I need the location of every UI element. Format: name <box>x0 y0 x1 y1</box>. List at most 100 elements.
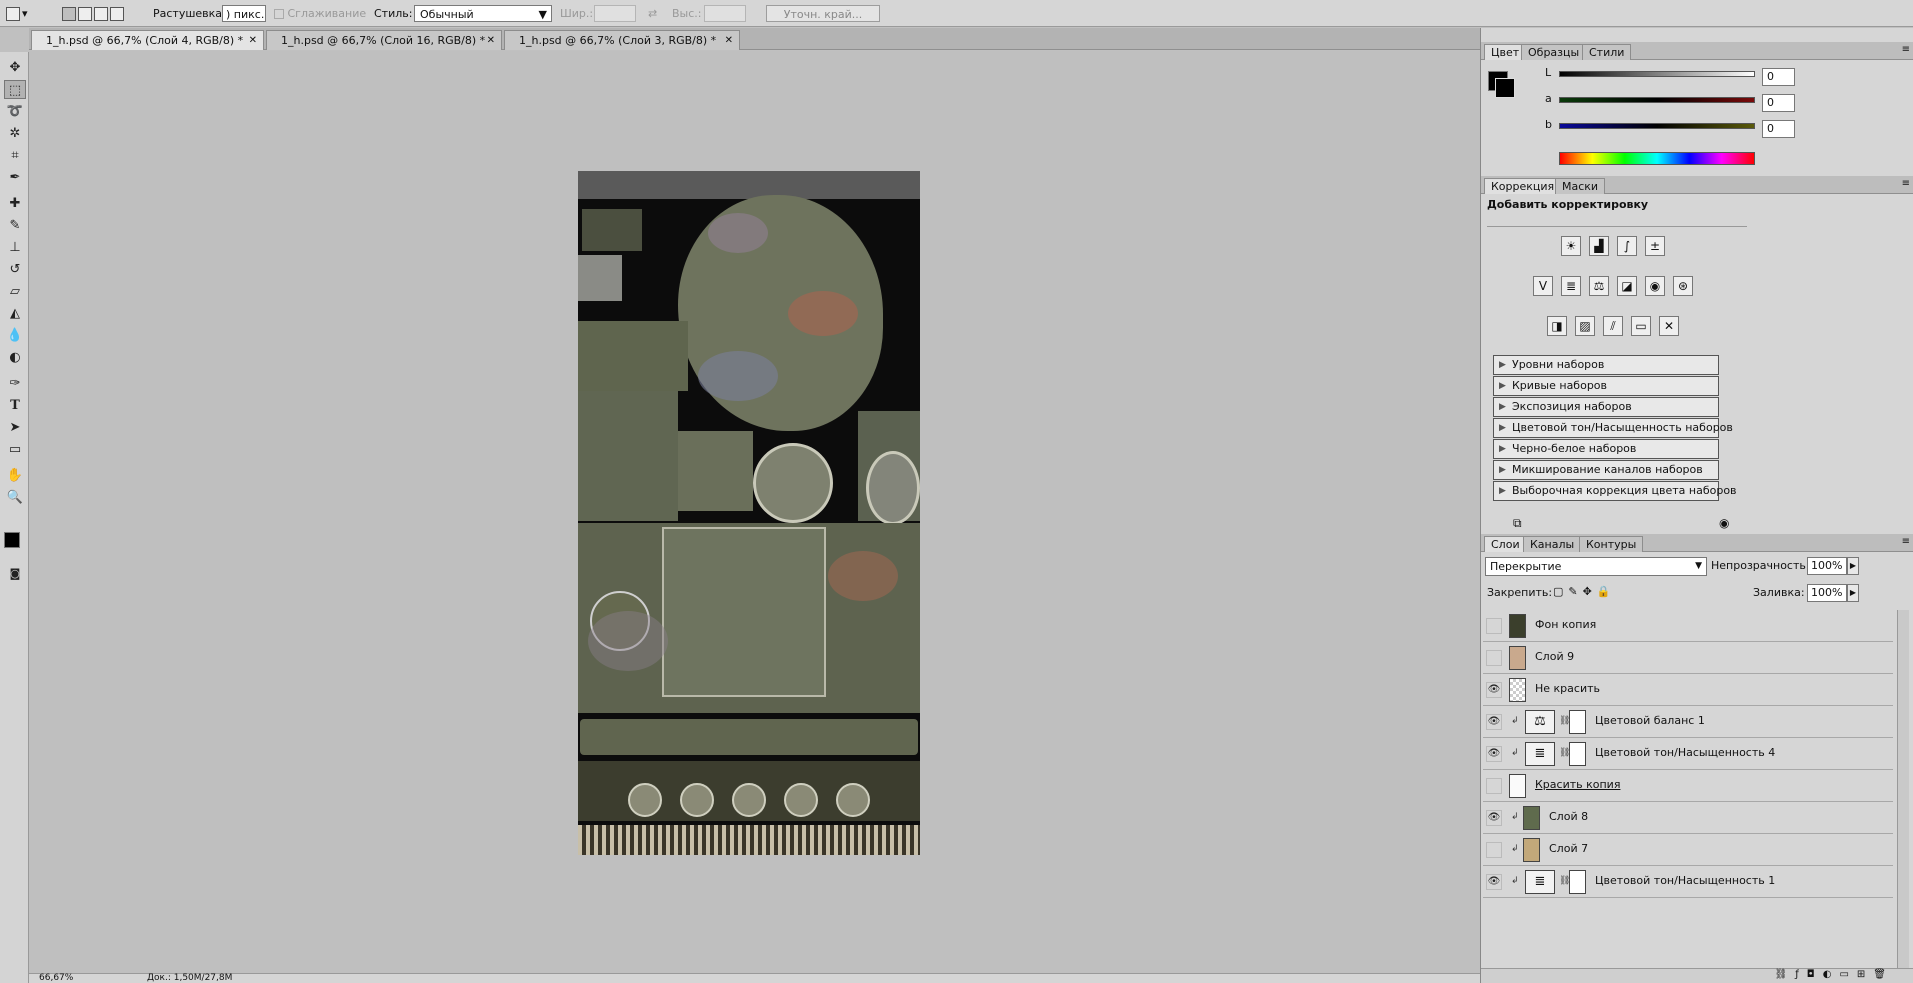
close-icon[interactable]: ✕ <box>725 31 733 50</box>
preset-curves[interactable]: ▶ Кривые наборов <box>1493 376 1719 396</box>
tab-masks[interactable]: Маски <box>1555 178 1606 194</box>
layer-row[interactable]: Фон копия <box>1483 610 1893 642</box>
layer-row[interactable]: Слой 9 <box>1483 642 1893 674</box>
doc-tab-2[interactable]: 1_h.psd @ 66,7% (Слой 16, RGB/8) * ✕ <box>266 30 502 50</box>
lock-position-icon[interactable]: ✥ <box>1583 585 1597 598</box>
move-tool-icon[interactable]: ✥ <box>4 58 26 77</box>
antialias-checkbox[interactable]: Сглаживание <box>274 5 366 22</box>
bg-color-swatch[interactable] <box>1495 78 1515 98</box>
preset-hue-saturation[interactable]: ▶ Цветовой тон/Насыщенность наборов <box>1493 418 1733 438</box>
healing-brush-tool-icon[interactable]: ✚ <box>4 194 26 213</box>
close-icon[interactable]: ✕ <box>487 31 495 50</box>
width-input[interactable] <box>594 5 636 22</box>
preset-channel-mixer[interactable]: ▶ Микширование каналов наборов <box>1493 460 1719 480</box>
color-ramp[interactable] <box>1559 152 1755 165</box>
preset-selective-color[interactable]: ▶ Выборочная коррекция цвета наборов <box>1493 481 1737 501</box>
layer-row[interactable]: 👁 Не красить <box>1483 674 1893 706</box>
layers-scrollbar[interactable] <box>1897 610 1909 983</box>
eye-icon[interactable]: 👁 <box>1486 874 1502 890</box>
channel-mixer-icon[interactable]: ⊛ <box>1673 276 1693 296</box>
add-mask-icon[interactable]: ◘ <box>1807 969 1823 980</box>
posterize-icon[interactable]: ▨ <box>1575 316 1595 336</box>
new-adjustment-icon[interactable]: ◐ <box>1823 969 1840 980</box>
L-input[interactable]: 0 <box>1762 68 1795 86</box>
b-slider[interactable] <box>1559 123 1755 129</box>
threshold-icon[interactable]: ⫽ <box>1603 316 1623 336</box>
blend-mode-select[interactable]: Перекрытие ▼ <box>1485 557 1707 576</box>
gradient-map-icon[interactable]: ▭ <box>1631 316 1651 336</box>
lock-pixels-icon[interactable]: ✎ <box>1568 585 1582 598</box>
doc-tab-3[interactable]: 1_h.psd @ 66,7% (Слой 3, RGB/8) * ✕ <box>504 30 740 50</box>
new-group-icon[interactable]: ▭ <box>1839 969 1856 980</box>
foreground-color-swatch[interactable] <box>4 532 20 548</box>
type-tool-icon[interactable]: T <box>4 396 26 415</box>
visibility-toggle[interactable] <box>1486 842 1502 858</box>
lock-icons[interactable]: ▢✎✥🔒 <box>1553 585 1616 598</box>
brush-tool-icon[interactable]: ✎ <box>4 216 26 235</box>
layer-row[interactable]: ↲ Слой 7 <box>1483 834 1893 866</box>
invert-icon[interactable]: ◨ <box>1547 316 1567 336</box>
visibility-toggle[interactable] <box>1486 778 1502 794</box>
paint-bucket-tool-icon[interactable]: ◭ <box>4 304 26 323</box>
new-selection-icon[interactable] <box>62 7 76 21</box>
layer-row[interactable]: 👁 ↲ ⚖ ⛓ Цветовой баланс 1 <box>1483 706 1893 738</box>
link-layers-icon[interactable]: ⛓ <box>1775 969 1796 980</box>
tab-channels[interactable]: Каналы <box>1523 536 1582 552</box>
lock-transparent-icon[interactable]: ▢ <box>1553 585 1568 598</box>
a-input[interactable]: 0 <box>1762 94 1795 112</box>
delete-layer-icon[interactable]: 🗑 <box>1873 969 1894 980</box>
opacity-input[interactable]: 100% <box>1807 557 1847 575</box>
marquee-preset-picker[interactable]: ▾ <box>6 5 28 22</box>
doc-tab-1[interactable]: 1_h.psd @ 66,7% (Слой 4, RGB/8) * ✕ <box>31 30 264 50</box>
tab-layers[interactable]: Слои <box>1484 536 1527 552</box>
hue-saturation-icon[interactable]: ≣ <box>1561 276 1581 296</box>
fx-icon[interactable]: ƒ <box>1795 969 1807 980</box>
crop-tool-icon[interactable]: ⌗ <box>4 146 26 165</box>
eye-icon[interactable]: 👁 <box>1486 810 1502 826</box>
subtract-selection-icon[interactable] <box>94 7 108 21</box>
clip-to-layer-icon[interactable]: ⧉ <box>1513 516 1522 531</box>
layer-row[interactable]: 👁 ↲ Слой 8 <box>1483 802 1893 834</box>
lasso-tool-icon[interactable]: ➰ <box>4 102 26 121</box>
b-input[interactable]: 0 <box>1762 120 1795 138</box>
tab-styles[interactable]: Стили <box>1582 44 1632 60</box>
levels-icon[interactable]: ▟ <box>1589 236 1609 256</box>
photo-filter-icon[interactable]: ◉ <box>1645 276 1665 296</box>
preset-exposure[interactable]: ▶ Экспозиция наборов <box>1493 397 1719 417</box>
clone-stamp-tool-icon[interactable]: ⊥ <box>4 238 26 257</box>
panel-menu-icon[interactable]: ≡ <box>1902 536 1910 547</box>
document-canvas[interactable] <box>578 171 920 855</box>
layer-row[interactable]: 👁 ↲ ≣ ⛓ Цветовой тон/Насыщенность 1 <box>1483 866 1893 898</box>
tab-swatches[interactable]: Образцы <box>1521 44 1587 60</box>
tab-paths[interactable]: Контуры <box>1579 536 1644 552</box>
blur-tool-icon[interactable]: 💧 <box>4 326 26 345</box>
shape-tool-icon[interactable]: ▭ <box>4 440 26 459</box>
pen-tool-icon[interactable]: ✑ <box>4 374 26 393</box>
path-selection-tool-icon[interactable]: ➤ <box>4 418 26 437</box>
opacity-arrow-icon[interactable]: ▶ <box>1847 557 1859 575</box>
fill-input[interactable]: 100% <box>1807 584 1847 602</box>
rect-marquee-tool-icon[interactable]: ⬚ <box>4 80 26 99</box>
eraser-tool-icon[interactable]: ▱ <box>4 282 26 301</box>
lock-all-icon[interactable]: 🔒 <box>1597 585 1616 598</box>
tab-adjustments[interactable]: Коррекция <box>1484 178 1562 194</box>
new-layer-icon[interactable]: ⊞ <box>1857 969 1873 980</box>
layer-row[interactable]: Красить копия <box>1483 770 1893 802</box>
quick-mask-icon[interactable]: ◙ <box>4 564 26 583</box>
layer-row[interactable]: 👁 ↲ ≣ ⛓ Цветовой тон/Насыщенность 4 <box>1483 738 1893 770</box>
eye-icon[interactable]: 👁 <box>1486 746 1502 762</box>
visibility-toggle[interactable] <box>1486 618 1502 634</box>
magic-wand-tool-icon[interactable]: ✲ <box>4 124 26 143</box>
doc-size-readout[interactable]: Док.: 1,50M/27,8M <box>147 974 232 983</box>
panel-menu-icon[interactable]: ≡ <box>1902 44 1910 55</box>
panel-menu-icon[interactable]: ≡ <box>1902 178 1910 189</box>
fill-arrow-icon[interactable]: ▶ <box>1847 584 1859 602</box>
a-slider[interactable] <box>1559 97 1755 103</box>
view-toggle-icon[interactable]: ◉ <box>1719 516 1729 530</box>
exposure-icon[interactable]: ± <box>1645 236 1665 256</box>
intersect-selection-icon[interactable] <box>110 7 124 21</box>
color-balance-icon[interactable]: ⚖ <box>1589 276 1609 296</box>
eyedropper-tool-icon[interactable]: ✒ <box>4 168 26 187</box>
eye-icon[interactable]: 👁 <box>1486 682 1502 698</box>
zoom-readout[interactable]: 66,67% <box>39 974 73 983</box>
